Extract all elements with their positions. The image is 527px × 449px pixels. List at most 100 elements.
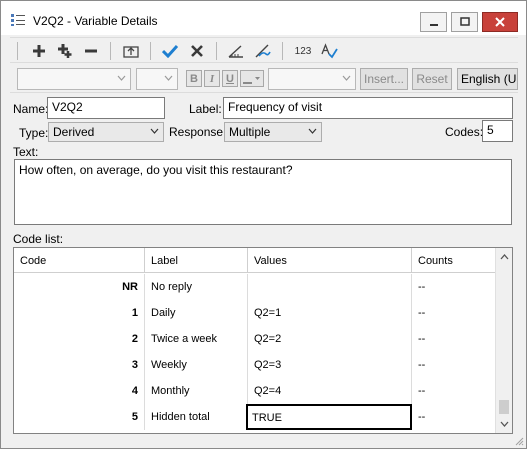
table-row[interactable]: 4 Monthly Q2=4 -- bbox=[14, 378, 496, 404]
label-cell[interactable]: Monthly bbox=[145, 378, 248, 404]
language-selector[interactable]: English (UK bbox=[457, 68, 518, 90]
table-row[interactable]: 5 Hidden total TRUE -- bbox=[14, 404, 496, 430]
values-cell[interactable] bbox=[248, 274, 412, 300]
question-text-area[interactable]: How often, on average, do you visit this… bbox=[14, 159, 512, 225]
response-select[interactable]: Multiple bbox=[224, 122, 322, 142]
type-value: Derived bbox=[53, 125, 95, 139]
type-label: Type: bbox=[19, 126, 49, 140]
insert-button[interactable]: Insert... bbox=[360, 68, 408, 90]
spelling-icon bbox=[321, 43, 338, 59]
code-cell[interactable]: 1 bbox=[14, 300, 145, 326]
chevron-down-icon bbox=[150, 128, 159, 134]
add-icon bbox=[33, 45, 45, 57]
table-row[interactable]: 3 Weekly Q2=3 -- bbox=[14, 352, 496, 378]
column-header-values[interactable]: Values bbox=[248, 248, 412, 273]
reset-button[interactable]: Reset bbox=[412, 68, 452, 90]
code-cell[interactable]: 2 bbox=[14, 326, 145, 352]
font-name-combo[interactable] bbox=[17, 68, 131, 90]
column-header-counts[interactable]: Counts bbox=[412, 248, 496, 273]
numbering-icon: 123 bbox=[294, 45, 312, 57]
measure-button[interactable] bbox=[226, 41, 246, 61]
maximize-button[interactable] bbox=[451, 12, 478, 32]
counts-cell: -- bbox=[412, 378, 496, 404]
text-label: Text: bbox=[13, 145, 39, 159]
type-select[interactable]: Derived bbox=[48, 122, 164, 142]
label-label: Label: bbox=[189, 102, 222, 116]
toolbar-separator bbox=[150, 42, 151, 60]
title-bar: V2Q2 - Variable Details bbox=[1, 1, 526, 35]
toolbar: 123 bbox=[10, 37, 518, 63]
chevron-down-icon bbox=[164, 75, 173, 81]
close-button[interactable] bbox=[482, 12, 518, 32]
scroll-up-button[interactable] bbox=[496, 249, 512, 265]
codes-field[interactable]: 5 bbox=[482, 120, 513, 142]
add-code-button[interactable] bbox=[29, 41, 49, 61]
chevron-down-icon bbox=[500, 421, 508, 427]
values-cell[interactable]: Q2=4 bbox=[248, 378, 412, 404]
code-cell[interactable]: 3 bbox=[14, 352, 145, 378]
resize-grip-icon[interactable] bbox=[514, 436, 524, 446]
chevron-down-icon bbox=[117, 75, 126, 81]
compute-icon bbox=[255, 44, 271, 58]
codes-label: Codes: bbox=[445, 125, 484, 139]
chevron-up-icon bbox=[500, 254, 508, 260]
scrollbar-thumb[interactable] bbox=[499, 400, 509, 414]
close-icon bbox=[495, 17, 505, 27]
compute-button[interactable] bbox=[253, 41, 273, 61]
response-value: Multiple bbox=[229, 125, 271, 139]
accept-check-icon bbox=[162, 44, 178, 58]
code-cell[interactable]: 5 bbox=[14, 404, 145, 430]
code-cell[interactable]: NR bbox=[14, 274, 145, 300]
values-cell-editing[interactable]: TRUE bbox=[246, 404, 412, 430]
column-header-code[interactable]: Code bbox=[14, 248, 145, 273]
label-field[interactable]: Frequency of visit bbox=[223, 97, 513, 119]
remove-code-button[interactable] bbox=[81, 41, 101, 61]
table-row[interactable]: 2 Twice a week Q2=2 -- bbox=[14, 326, 496, 352]
variable-list-icon bbox=[11, 14, 25, 26]
cancel-x-icon bbox=[191, 45, 203, 57]
bold-button[interactable]: B bbox=[186, 70, 202, 87]
label-cell[interactable]: No reply bbox=[145, 274, 248, 300]
italic-button[interactable]: I bbox=[204, 70, 220, 87]
code-cell[interactable]: 4 bbox=[14, 378, 145, 404]
name-field[interactable]: V2Q2 bbox=[47, 97, 165, 119]
numbering-button[interactable]: 123 bbox=[291, 41, 315, 61]
maximize-icon bbox=[459, 17, 470, 26]
chevron-down-icon bbox=[342, 75, 351, 81]
counts-cell: -- bbox=[412, 404, 496, 430]
font-color-button[interactable] bbox=[240, 70, 264, 87]
add-multiple-button[interactable] bbox=[55, 41, 75, 61]
vertical-scrollbar[interactable] bbox=[495, 248, 512, 433]
underline-button[interactable]: U bbox=[222, 70, 238, 87]
column-header-label[interactable]: Label bbox=[145, 248, 248, 273]
cancel-button[interactable] bbox=[187, 41, 207, 61]
label-cell[interactable]: Weekly bbox=[145, 352, 248, 378]
spelling-button[interactable] bbox=[319, 41, 339, 61]
measure-icon bbox=[228, 45, 243, 58]
move-icon bbox=[123, 46, 139, 58]
code-list-grid: Code Label Values Counts NR No reply -- … bbox=[13, 247, 513, 434]
counts-cell: -- bbox=[412, 274, 496, 300]
counts-cell: -- bbox=[412, 300, 496, 326]
label-cell[interactable]: Hidden total bbox=[145, 404, 248, 430]
font-size-combo[interactable] bbox=[136, 68, 178, 90]
font-color-icon bbox=[243, 76, 260, 84]
accept-button[interactable] bbox=[160, 41, 180, 61]
table-row[interactable]: 1 Daily Q2=1 -- bbox=[14, 300, 496, 326]
chevron-down-icon bbox=[308, 128, 317, 134]
minimize-button[interactable] bbox=[420, 12, 447, 32]
variable-details-window: V2Q2 - Variable Details 123 B I U Insert… bbox=[0, 0, 527, 449]
toolbar-separator bbox=[17, 42, 18, 60]
move-button[interactable] bbox=[121, 41, 141, 61]
label-cell[interactable]: Daily bbox=[145, 300, 248, 326]
values-cell[interactable]: Q2=3 bbox=[248, 352, 412, 378]
formatting-bar: B I U Insert... Reset English (UK bbox=[10, 65, 518, 93]
values-cell[interactable]: Q2=1 bbox=[248, 300, 412, 326]
scroll-down-button[interactable] bbox=[496, 416, 512, 432]
label-cell[interactable]: Twice a week bbox=[145, 326, 248, 352]
style-combo[interactable] bbox=[268, 68, 356, 90]
table-row[interactable]: NR No reply -- bbox=[14, 274, 496, 300]
counts-cell: -- bbox=[412, 326, 496, 352]
values-cell[interactable]: Q2=2 bbox=[248, 326, 412, 352]
name-label: Name: bbox=[13, 102, 49, 116]
